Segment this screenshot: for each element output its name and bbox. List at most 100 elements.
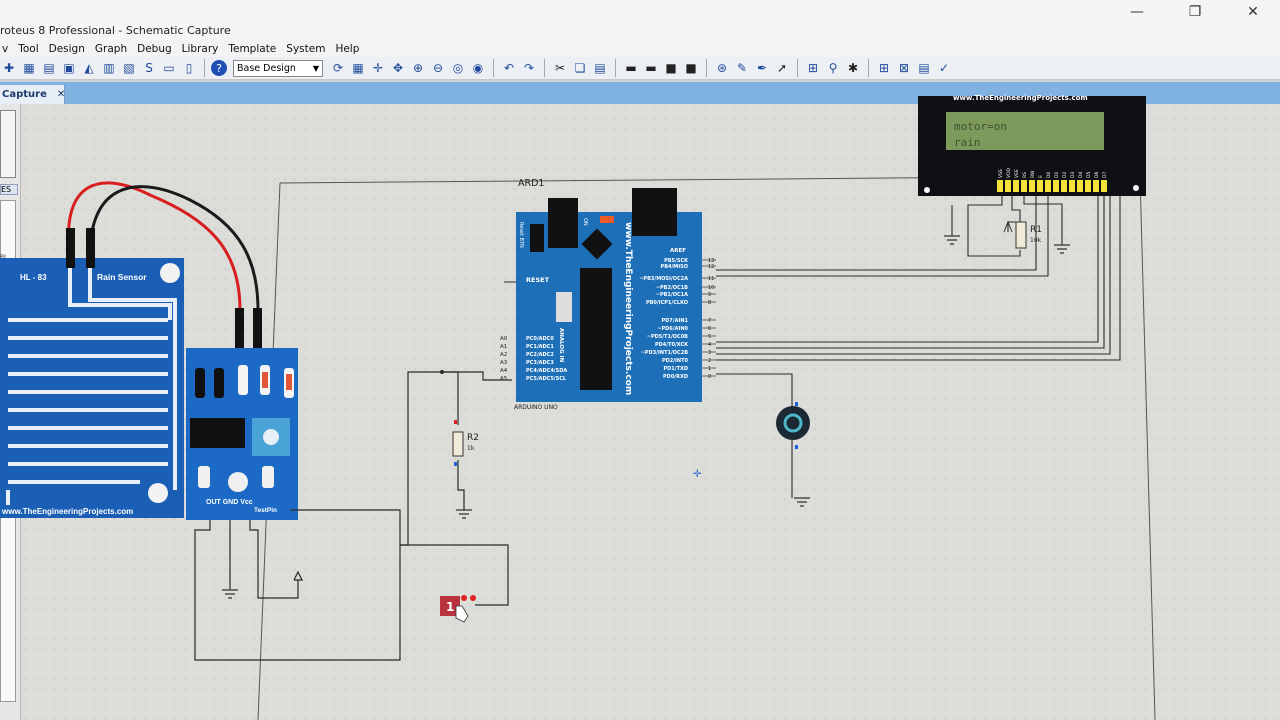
digital-pin-number: 6: [708, 326, 711, 332]
lcd-pin: [1069, 180, 1075, 192]
digital-pin-number: 7: [708, 318, 711, 324]
lcd-line-1: motor=on: [954, 120, 1007, 133]
lcd-pin-label: D5: [1086, 172, 1092, 178]
lcd-pin: [997, 180, 1003, 192]
ground-symbol: [222, 589, 238, 599]
lcd-pin-label: D0: [1046, 172, 1052, 178]
reset-btn-label: Reset BTN: [518, 222, 524, 248]
lm393-chip: [190, 418, 245, 448]
analog-in-label: ANALOG IN: [558, 328, 564, 363]
analog-pin-number: A5: [500, 376, 508, 382]
pin-marker: [470, 595, 476, 601]
sheet-border: [1139, 175, 1156, 720]
ground-symbol: [944, 235, 960, 245]
analog-pin-number: A3: [500, 360, 508, 366]
lcd-pin: [1101, 180, 1107, 192]
lcd-pin-label: VDD: [1006, 167, 1012, 178]
header-pin: [238, 365, 248, 395]
rain-sensor-title: Rain Sensor: [97, 272, 147, 282]
lcd-pin-label: D3: [1070, 172, 1076, 178]
digital-pin-label: ~PD3/INT1/OC2B: [641, 350, 688, 356]
usb-jack: [548, 198, 578, 248]
lcd-pin-label: D7: [1102, 172, 1108, 178]
wire-connector: [235, 308, 244, 350]
aref-label: AREF: [670, 248, 686, 254]
ground-symbol: [456, 509, 472, 519]
rain-sensor[interactable]: HL - 83 Rain Sensor www.TheEngineeringPr…: [0, 258, 184, 518]
lcd-pin-label: D6: [1094, 172, 1100, 178]
arduino-ref: ARD1: [518, 178, 544, 189]
digital-pin-label: ~PB3/MOSI/OC2A: [639, 276, 688, 282]
digital-pin-number: 8: [708, 300, 711, 306]
lcd-pin: [1093, 180, 1099, 192]
lcd-pin-label: VEE: [1014, 169, 1020, 178]
ground-symbol: [1054, 244, 1070, 254]
digital-pin-label: PD2/INT0: [662, 358, 689, 364]
digital-pin-number: 9: [708, 292, 711, 298]
analog-pin-label: PC4/ADC4/SDA: [526, 368, 567, 374]
digital-pin-label: PD0/RXD: [663, 374, 688, 380]
arduino-part-label: ARDUINO UNO: [514, 404, 558, 411]
lcd-pin: [1013, 180, 1019, 192]
comparator-module[interactable]: OUT GND Vcc TestPin: [186, 348, 298, 520]
mount-hole: [148, 483, 168, 503]
digital-pin-label: ~PD5/T1/OC0B: [647, 334, 688, 340]
digital-pin-number: 10: [708, 285, 714, 291]
rain-sensor-model: HL - 83: [20, 273, 47, 282]
digital-pin-number: 1: [708, 366, 711, 372]
power-symbol: [293, 570, 303, 581]
digital-pin-label: PD4/T0/XCK: [655, 342, 689, 348]
ground-symbol: [794, 497, 810, 507]
atmega-chip: [580, 268, 612, 390]
mount-hole: [228, 472, 248, 492]
analog-pin-label: PC0/ADC0: [526, 336, 554, 342]
analog-pin-number: A4: [500, 368, 508, 374]
smd-led: [262, 466, 274, 488]
lcd-pin-label: RS: [1022, 172, 1028, 178]
r2-ref: R2: [467, 433, 479, 443]
mount-hole: [924, 187, 930, 193]
lcd-pin: [1005, 180, 1011, 192]
lcd-pin: [1045, 180, 1051, 192]
lcd-line-2: rain: [954, 136, 981, 149]
analog-pin-label: PC2/ADC2: [526, 352, 554, 358]
lcd-display[interactable]: www.TheEngineeringProjects.com motor=on …: [918, 94, 1146, 196]
analog-pin-number: A0: [500, 336, 508, 342]
analog-pin-label: PC3/ADC3: [526, 360, 554, 366]
arduino-uno[interactable]: ARD1 www.TheEngineeringProjects.com Rese…: [500, 178, 716, 411]
pin-marker: [454, 420, 457, 424]
digital-pin-number: 11: [708, 276, 714, 282]
lcd-pin: [1029, 180, 1035, 192]
digital-pin-number: 2: [708, 358, 711, 364]
smd-led: [198, 466, 210, 488]
logic-state-probe[interactable]: 1: [440, 595, 476, 623]
r1-ref: R1: [1030, 225, 1042, 235]
digital-pin-number: 12: [708, 264, 714, 270]
pin-marker: [795, 445, 798, 449]
cursor-crosshair-icon: ✛: [693, 469, 702, 480]
digital-pin-label: ~PB2/OC1B: [656, 285, 688, 291]
pot-knob: [263, 429, 279, 445]
r2-body: [452, 431, 464, 457]
hand-cursor-icon: [455, 605, 469, 623]
arduino-website: www.TheEngineeringProjects.com: [623, 222, 633, 395]
module-pin-labels: OUT GND Vcc: [206, 499, 253, 506]
testpin-label: TestPin: [254, 507, 277, 514]
reset-button: [530, 224, 544, 252]
lcd-pin-label: VSS: [998, 169, 1004, 178]
digital-pin-label: PB0/ICP1/CLKO: [646, 300, 688, 306]
lcd-pin: [1061, 180, 1067, 192]
mount-hole: [160, 263, 180, 283]
lcd-power-wires: [951, 196, 1063, 257]
dc-motor[interactable]: [776, 402, 810, 449]
digital-pin-label: PD1/TXD: [663, 366, 688, 372]
lcd-pin-label: D4: [1078, 172, 1084, 178]
schematic-drawing: HL - 83 Rain Sensor www.TheEngineeringPr…: [0, 94, 1156, 720]
resistor-r2[interactable]: R2 1k: [452, 420, 479, 466]
digital-pin-label: PD7/AIN1: [661, 318, 688, 324]
pin-marker: [454, 462, 457, 466]
r2-value: 1k: [467, 445, 475, 452]
digital-pin-number: 3: [708, 350, 711, 356]
crystal: [556, 292, 572, 322]
lcd-data-wires: [716, 196, 1121, 498]
